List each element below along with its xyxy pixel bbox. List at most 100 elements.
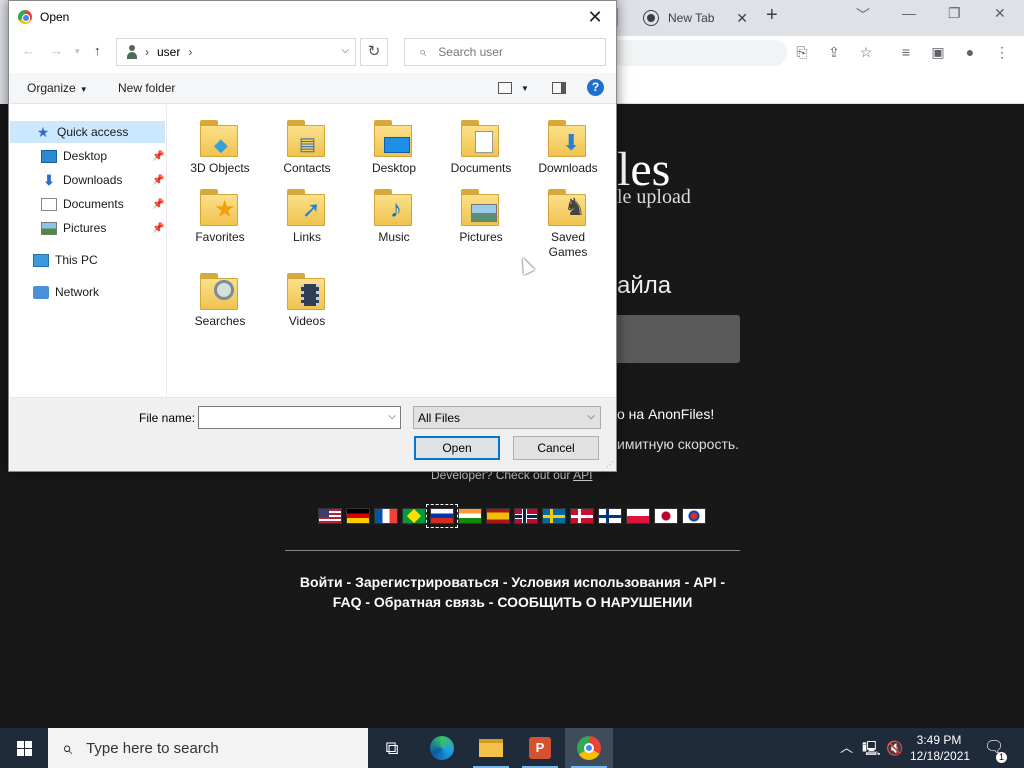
powerpoint-icon[interactable]: P (516, 728, 564, 768)
flag-dk[interactable] (570, 508, 594, 524)
refresh-button[interactable]: ↻ (360, 38, 388, 66)
nav-documents[interactable]: Documents (41, 193, 124, 215)
upload-heading: айла (617, 272, 672, 299)
folder-saved-games[interactable]: ♞ Saved Games (528, 178, 608, 260)
flag-fi[interactable] (598, 508, 622, 524)
start-button[interactable] (0, 728, 48, 768)
new-folder-button[interactable]: New folder (118, 81, 175, 95)
flag-pl[interactable] (626, 508, 650, 524)
recent-locations-icon[interactable]: ▾ (75, 46, 80, 57)
task-view-icon[interactable]: ⧉ (368, 728, 416, 768)
flag-ru[interactable] (426, 504, 458, 528)
new-tab-button[interactable]: + (766, 4, 778, 27)
share-icon[interactable]: ⇪ (826, 44, 842, 60)
folder-searches[interactable]: Searches (180, 262, 260, 329)
clock-date: 12/18/2021 (910, 749, 971, 763)
file-name-input[interactable]: ⌵ (198, 406, 401, 429)
flag-no[interactable] (514, 508, 538, 524)
nav-downloads[interactable]: ⬇ Downloads (41, 169, 122, 191)
volume-muted-icon[interactable]: 🔇 (886, 728, 903, 768)
flag-jp[interactable] (654, 508, 678, 524)
change-view-icon[interactable] (498, 82, 512, 94)
dialog-close-button[interactable]: ✕ (580, 5, 610, 29)
nav-this-pc[interactable]: This PC (33, 249, 98, 271)
address-breadcrumb[interactable]: › user › ⌵ (116, 38, 356, 66)
music-note-icon: ♪ (390, 196, 402, 223)
folder-desktop[interactable]: Desktop (354, 109, 434, 176)
bookmark-star-icon[interactable]: ☆ (858, 44, 874, 60)
nav-pictures[interactable]: Pictures (41, 217, 106, 239)
chevron-right-icon[interactable]: › (188, 45, 192, 59)
media-control-icon[interactable]: ≡ (898, 44, 914, 60)
show-hidden-icons-icon[interactable]: ︿ (840, 728, 853, 768)
flag-es[interactable] (486, 508, 510, 524)
pictures-icon (41, 221, 57, 235)
preview-pane-icon[interactable] (552, 82, 566, 94)
back-arrow-icon[interactable]: ← (22, 43, 35, 58)
file-type-select[interactable]: All Files ⌵ (413, 406, 601, 429)
folder-music[interactable]: ♪ Music (354, 178, 434, 245)
tab-search-icon[interactable]: ﹀ (856, 5, 870, 25)
folder-pictures[interactable]: Pictures (441, 178, 521, 245)
nav-desktop[interactable]: Desktop (41, 145, 107, 167)
tab-new-tab[interactable]: New Tab ✕ (632, 4, 754, 32)
forward-arrow-icon[interactable]: → (50, 43, 63, 58)
terms-link[interactable]: Условия использования (511, 574, 680, 590)
open-button[interactable]: Open (414, 436, 500, 460)
cancel-button[interactable]: Cancel (513, 436, 599, 460)
api-footer-link[interactable]: API (693, 574, 716, 590)
flag-fr[interactable] (374, 508, 398, 524)
faq-link[interactable]: FAQ (333, 594, 362, 610)
search-input[interactable]: ⌕ Search user (404, 38, 606, 66)
minimize-button[interactable]: — (902, 5, 916, 21)
chevron-down-icon[interactable]: ⌵ (388, 411, 396, 422)
profile-avatar-icon[interactable]: ● (962, 44, 978, 60)
flag-de[interactable] (346, 508, 370, 524)
help-icon[interactable]: ? (587, 79, 604, 96)
nav-network[interactable]: Network (33, 281, 99, 303)
resize-grip-icon[interactable]: ⋰ (606, 460, 614, 469)
pin-icon: 📌 (152, 199, 165, 210)
feedback-link[interactable]: Обратная связь (374, 594, 485, 610)
chrome-app-icon[interactable] (565, 728, 613, 768)
menu-dots-icon[interactable]: ⋮ (994, 44, 1010, 60)
restore-button[interactable]: ❐ (948, 5, 961, 22)
nav-quick-access[interactable]: ★ Quick access (10, 121, 165, 143)
file-explorer-icon[interactable] (467, 728, 515, 768)
folder-3d-objects[interactable]: ◆ 3D Objects (180, 109, 260, 176)
folder-documents[interactable]: Documents (441, 109, 521, 176)
organize-button[interactable]: Organize ▼ (27, 81, 88, 95)
flag-us[interactable] (318, 508, 342, 524)
chevron-down-icon[interactable]: ⌵ (341, 45, 349, 56)
folder-links[interactable]: ➚ Links (267, 178, 347, 245)
chevron-right-icon[interactable]: › (145, 45, 149, 59)
breadcrumb-user[interactable]: user (157, 45, 180, 59)
flag-se[interactable] (542, 508, 566, 524)
network-status-icon[interactable]: 🖳 (862, 728, 881, 768)
search-placeholder: Search user (438, 45, 503, 59)
folder-favorites[interactable]: ★ Favorites (180, 178, 260, 245)
address-bar[interactable] (617, 40, 787, 66)
side-panel-icon[interactable]: ▣ (930, 44, 946, 60)
folder-downloads[interactable]: ⬇ Downloads (528, 109, 608, 176)
taskbar-search-box[interactable]: ⌕ Type here to search (48, 728, 368, 768)
flag-br[interactable] (402, 508, 426, 524)
folder-icon: ◆ (200, 117, 240, 157)
upload-dropzone[interactable] (617, 315, 740, 363)
tab-close-icon[interactable]: ✕ (736, 10, 748, 27)
flag-kr[interactable] (682, 508, 706, 524)
system-clock[interactable]: 3:49 PM 12/18/2021 (910, 732, 971, 764)
register-link[interactable]: Зарегистрироваться (355, 574, 499, 590)
login-link[interactable]: Войти (300, 574, 343, 590)
command-bar: Organize ▼ New folder ▼ ? (10, 73, 616, 104)
dialog-titlebar[interactable]: Open ✕ (9, 1, 616, 33)
report-abuse-link[interactable]: СООБЩИТЬ О НАРУШЕНИИ (497, 594, 692, 610)
close-window-button[interactable]: ✕ (994, 5, 1006, 22)
folder-contacts[interactable]: ▤ Contacts (267, 109, 347, 176)
edge-app-icon[interactable] (418, 728, 466, 768)
folder-videos[interactable]: Videos (267, 262, 347, 329)
up-arrow-icon[interactable]: ↑ (94, 43, 101, 58)
translate-icon[interactable]: ⎘ (794, 44, 810, 60)
flag-in[interactable] (458, 508, 482, 524)
view-options-caret-icon[interactable]: ▼ (521, 84, 529, 93)
